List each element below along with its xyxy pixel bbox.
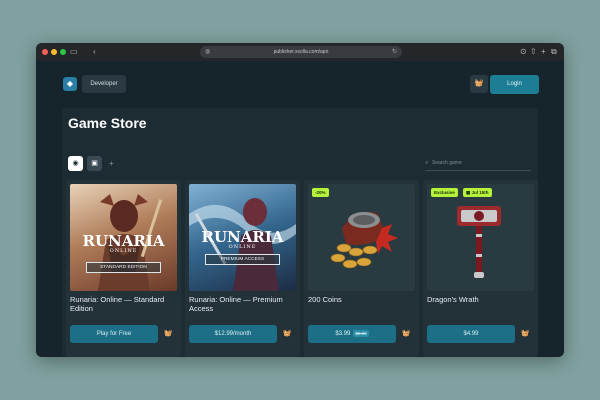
price: $3.99 — [335, 331, 351, 337]
back-icon[interactable]: ‹ — [93, 47, 96, 57]
hammer-artwork — [457, 206, 501, 278]
reload-icon[interactable]: ↻ — [392, 46, 397, 58]
minimize-window-icon[interactable] — [51, 49, 57, 55]
product-name: Runaria: Online — Standard Edition — [70, 295, 165, 313]
play-for-free-button[interactable]: Play for Free — [70, 325, 158, 343]
search-placeholder: Search game — [432, 160, 462, 166]
buy-button[interactable]: $3.99 $5.00 — [308, 325, 396, 343]
maximize-window-icon[interactable] — [60, 49, 66, 55]
edition-label: STANDARD EDITION — [86, 262, 161, 273]
basket-icon[interactable]: 🧺 — [520, 329, 530, 339]
basket-icon[interactable]: 🧺 — [401, 329, 411, 339]
product-image: RUNARIA ONLINE STANDARD EDITION — [70, 184, 177, 291]
product-card[interactable]: RUNARIA ONLINE PREMIUM ACCESS Runaria: O… — [185, 180, 300, 357]
product-name: Dragon's Wrath — [427, 295, 479, 304]
calendar-icon: ▦ — [466, 190, 471, 195]
close-window-icon[interactable] — [42, 49, 48, 55]
old-price: $5.00 — [353, 330, 369, 337]
page-title: Game Store — [68, 115, 147, 131]
url-text: publisher.xsolla.com/apo — [273, 49, 329, 55]
browser-titlebar: ▭ ‹ ◍ publisher.xsolla.com/apo ↻ ⊙ ⇧ + ⧉ — [36, 43, 564, 61]
epic-icon[interactable]: ▣ — [87, 156, 102, 171]
tabs-icon[interactable]: ⧉ — [551, 47, 557, 57]
search-icon: ⌕ — [425, 160, 429, 166]
download-icon[interactable]: ⊙ — [520, 47, 527, 57]
exclusive-badge: Exclusive — [431, 188, 458, 197]
product-name: Runaria: Online — Premium Access — [189, 295, 283, 313]
address-bar[interactable]: ◍ publisher.xsolla.com/apo ↻ — [200, 46, 402, 58]
product-image: Exclusive ▦ Jul 15th — [427, 184, 534, 291]
game-logo-subtitle: ONLINE — [228, 244, 257, 250]
basket-icon[interactable]: 🧺 — [470, 75, 488, 93]
product-card[interactable]: Exclusive ▦ Jul 15th Dragon's Wrath $4.9… — [423, 180, 538, 357]
product-name: 200 Coins — [308, 295, 342, 304]
share-icon[interactable]: ⇧ — [530, 47, 537, 57]
sidebar-toggle-icon[interactable]: ▭ — [70, 47, 78, 57]
login-button[interactable]: Login — [490, 75, 539, 94]
date-label: Jul 15th — [471, 190, 489, 195]
edition-label: PREMIUM ACCESS — [205, 254, 280, 265]
plus-icon[interactable]: + — [541, 47, 546, 57]
product-card[interactable]: RUNARIA ONLINE STANDARD EDITION Runaria:… — [66, 180, 181, 357]
browser-window: ▭ ‹ ◍ publisher.xsolla.com/apo ↻ ⊙ ⇧ + ⧉… — [36, 43, 564, 357]
discount-badge: -20% — [312, 188, 329, 197]
product-image: -20% — [308, 184, 415, 291]
basket-icon[interactable]: 🧺 — [282, 329, 292, 339]
search-input[interactable]: ⌕ Search game — [425, 156, 531, 171]
publisher-logo-icon[interactable]: ◆ — [63, 77, 77, 91]
steam-icon[interactable]: ◉ — [68, 156, 83, 171]
product-card[interactable]: -20% 200 Coins $3.99 $5.00 🧺 — [304, 180, 419, 357]
buy-button[interactable]: $4.99 — [427, 325, 515, 343]
page-content: ◆ Developer 🧺 Login Game Store ◉ ▣ + ⌕ S… — [36, 61, 564, 357]
add-platform-icon[interactable]: + — [109, 156, 114, 171]
developer-button[interactable]: Developer — [82, 75, 126, 93]
basket-icon[interactable]: 🧺 — [163, 329, 173, 339]
date-badge: ▦ Jul 15th — [463, 188, 492, 197]
subscribe-button[interactable]: $12.99/month — [189, 325, 277, 343]
game-logo-subtitle: ONLINE — [109, 248, 138, 254]
shield-icon: ◍ — [205, 49, 211, 55]
product-image: RUNARIA ONLINE PREMIUM ACCESS — [189, 184, 296, 291]
coins-artwork — [330, 211, 398, 269]
store-panel: Game Store ◉ ▣ + ⌕ Search game RUNARIA O… — [62, 108, 538, 357]
